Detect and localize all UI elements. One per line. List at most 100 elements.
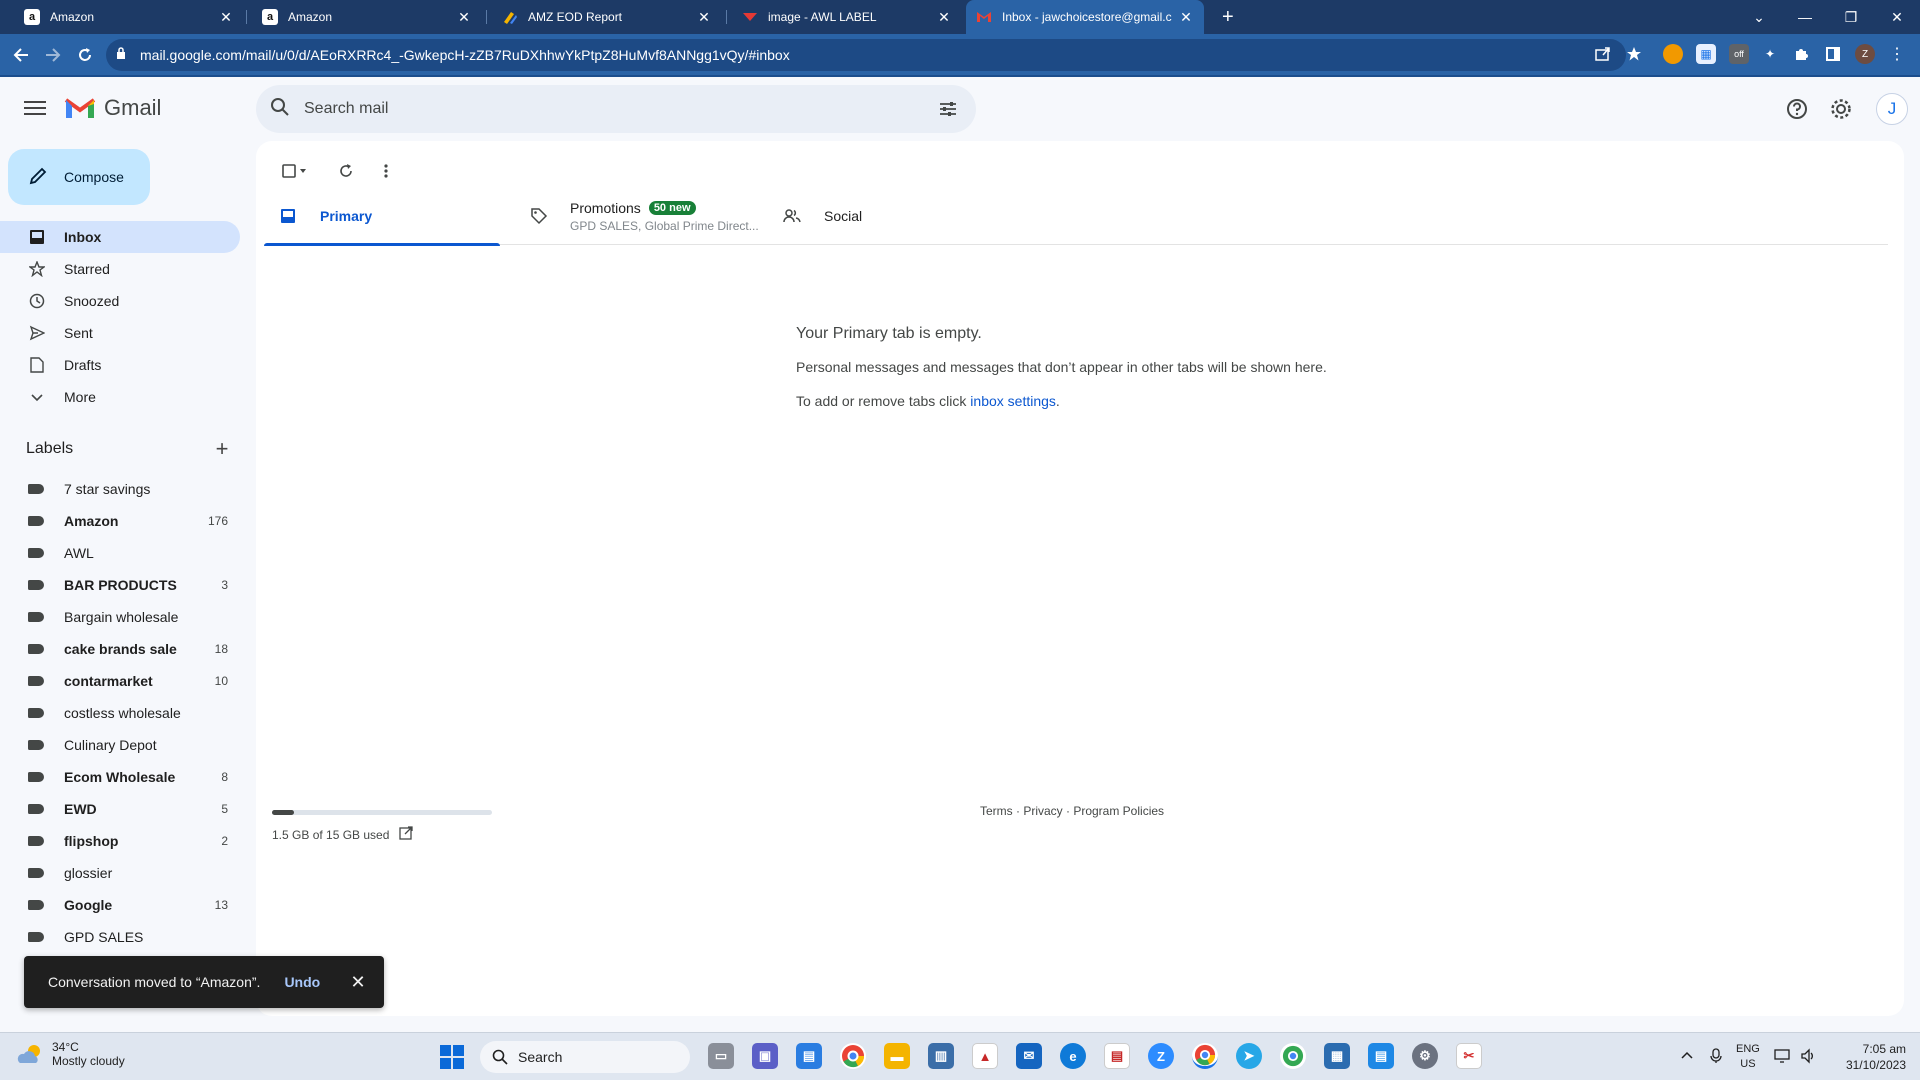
reload-icon[interactable] (72, 42, 98, 68)
main-menu-icon[interactable] (22, 97, 48, 123)
extension-sparkle-icon[interactable]: ✦ (1760, 44, 1780, 64)
compose-button[interactable]: Compose (8, 149, 150, 205)
nav-item-starred[interactable]: Starred (0, 253, 240, 285)
search-icon[interactable] (270, 97, 290, 122)
search-options-icon[interactable] (938, 99, 958, 124)
nav-item-sent[interactable]: Sent (0, 317, 240, 349)
microsoft-store-icon[interactable]: ▤ (796, 1043, 822, 1069)
tab-primary[interactable]: Primary (264, 187, 500, 246)
close-tab-icon[interactable]: ✕ (218, 9, 234, 26)
refresh-icon[interactable] (330, 155, 362, 187)
inbox-settings-link[interactable]: inbox settings (970, 393, 1056, 409)
nav-item-inbox[interactable]: Inbox (0, 221, 240, 253)
snipping-tool-icon[interactable]: ✂ (1456, 1043, 1482, 1069)
back-icon[interactable] (8, 42, 34, 68)
volume-icon[interactable] (1800, 1047, 1816, 1067)
label-item[interactable]: EWD 5 (0, 793, 240, 825)
label-item[interactable]: flipshop 2 (0, 825, 240, 857)
nav-item-more[interactable]: More (0, 381, 240, 413)
new-tab-button[interactable]: + (1212, 0, 1242, 34)
open-external-icon[interactable] (399, 826, 414, 843)
close-tab-icon[interactable]: ✕ (456, 9, 472, 26)
extension-circle-icon[interactable] (1663, 44, 1683, 64)
browser-tab-image-awl-label[interactable]: image - AWL LABEL ✕ (732, 0, 962, 34)
taskbar-search[interactable]: Search (480, 1041, 690, 1073)
close-icon[interactable]: ✕ (348, 972, 368, 992)
chevron-up-icon[interactable] (1680, 1049, 1694, 1066)
chart-app-icon[interactable]: ▲ (972, 1043, 998, 1069)
side-panel-icon[interactable] (1823, 44, 1843, 64)
address-bar[interactable]: mail.google.com/mail/u/0/d/AEoRXRRc4_-Gw… (106, 39, 1626, 71)
restore-icon[interactable]: ❐ (1828, 0, 1874, 34)
bookmark-star-icon[interactable] (1624, 44, 1644, 64)
mail-icon[interactable]: ✉ (1016, 1043, 1042, 1069)
network-icon[interactable] (1774, 1048, 1792, 1067)
label-item[interactable]: costless wholesale (0, 697, 240, 729)
zoom-icon[interactable]: Z (1148, 1043, 1174, 1069)
profile-avatar[interactable]: Z (1855, 44, 1875, 64)
close-tab-icon[interactable]: ✕ (696, 9, 712, 26)
browser-tab-inbox[interactable]: Inbox - jawchoicestore@gmail.c ✕ (966, 0, 1204, 34)
add-label-icon[interactable]: + (212, 438, 232, 460)
label-item[interactable]: BAR PRODUCTS 3 (0, 569, 240, 601)
windows-start-icon[interactable] (440, 1045, 464, 1069)
share-icon[interactable] (1594, 45, 1612, 66)
label-item[interactable]: Ecom Wholesale 8 (0, 761, 240, 793)
document-app-icon[interactable]: ▤ (1104, 1043, 1130, 1069)
browser-tab-amz-eod-report[interactable]: AMZ EOD Report ✕ (492, 0, 722, 34)
calculator-icon[interactable]: ▦ (1324, 1043, 1350, 1069)
weather-widget[interactable]: 34°C Mostly cloudy (16, 1040, 125, 1068)
browser-menu-icon[interactable]: ⋮ (1887, 44, 1907, 64)
more-options-icon[interactable] (370, 155, 402, 187)
system-clock[interactable]: 7:05 am 31/10/2023 (1834, 1041, 1906, 1073)
label-item[interactable]: Google 13 (0, 889, 240, 921)
teams-icon[interactable]: ▣ (752, 1043, 778, 1069)
footer-links[interactable]: Terms · Privacy · Program Policies (980, 804, 1164, 818)
forward-icon[interactable] (40, 42, 66, 68)
extension-off-icon[interactable]: off (1729, 44, 1749, 64)
browser-tab-amazon-1[interactable]: a Amazon ✕ (14, 0, 244, 34)
extensions-puzzle-icon[interactable] (1791, 44, 1811, 64)
account-avatar[interactable]: J (1876, 93, 1908, 125)
microphone-icon[interactable] (1710, 1047, 1722, 1067)
gmail-logo[interactable]: Gmail (64, 95, 161, 121)
tab-search-icon[interactable]: ⌄ (1736, 0, 1782, 34)
chrome-profile-icon[interactable] (1280, 1043, 1306, 1069)
select-checkbox[interactable] (272, 155, 316, 187)
browser-tab-amazon-2[interactable]: a Amazon ✕ (252, 0, 482, 34)
chrome-icon[interactable] (840, 1043, 866, 1069)
chrome-active-icon[interactable] (1192, 1043, 1218, 1069)
label-item[interactable]: GPD SALES (0, 921, 240, 953)
file-explorer-icon[interactable]: ▬ (884, 1043, 910, 1069)
label-item[interactable]: glossier (0, 857, 240, 889)
label-tag-icon (28, 580, 44, 590)
notepad-icon[interactable]: ▤ (1368, 1043, 1394, 1069)
nav-item-snoozed[interactable]: Snoozed (0, 285, 240, 317)
label-item[interactable]: Amazon 176 (0, 505, 240, 537)
close-tab-icon[interactable]: ✕ (1178, 9, 1194, 26)
close-window-icon[interactable]: ✕ (1874, 0, 1920, 34)
label-item[interactable]: Bargain wholesale (0, 601, 240, 633)
minimize-icon[interactable]: — (1782, 0, 1828, 34)
inbox-icon (28, 228, 46, 246)
close-tab-icon[interactable]: ✕ (936, 9, 952, 26)
extension-image-icon[interactable]: ▦ (1696, 44, 1716, 64)
edge-icon[interactable]: e (1060, 1043, 1086, 1069)
telegram-icon[interactable]: ➤ (1236, 1043, 1262, 1069)
undo-button[interactable]: Undo (284, 974, 320, 990)
label-item[interactable]: AWL (0, 537, 240, 569)
label-item[interactable]: 7 star savings (0, 473, 240, 505)
input-language[interactable]: ENG US (1736, 1042, 1760, 1072)
settings-gear-icon[interactable] (1827, 95, 1855, 123)
label-item[interactable]: cake brands sale 18 (0, 633, 240, 665)
task-view-icon[interactable]: ▭ (708, 1043, 734, 1069)
label-item[interactable]: contarmarket 10 (0, 665, 240, 697)
tab-social[interactable]: Social (768, 187, 1004, 245)
help-icon[interactable] (1783, 95, 1811, 123)
settings-app-icon[interactable]: ⚙ (1412, 1043, 1438, 1069)
nav-item-drafts[interactable]: Drafts (0, 349, 240, 381)
label-item[interactable]: Culinary Depot (0, 729, 240, 761)
search-input[interactable] (304, 100, 864, 118)
tab-promotions[interactable]: Promotions 50 new GPD SALES, Global Prim… (516, 187, 759, 245)
remote-desktop-icon[interactable]: ▥ (928, 1043, 954, 1069)
